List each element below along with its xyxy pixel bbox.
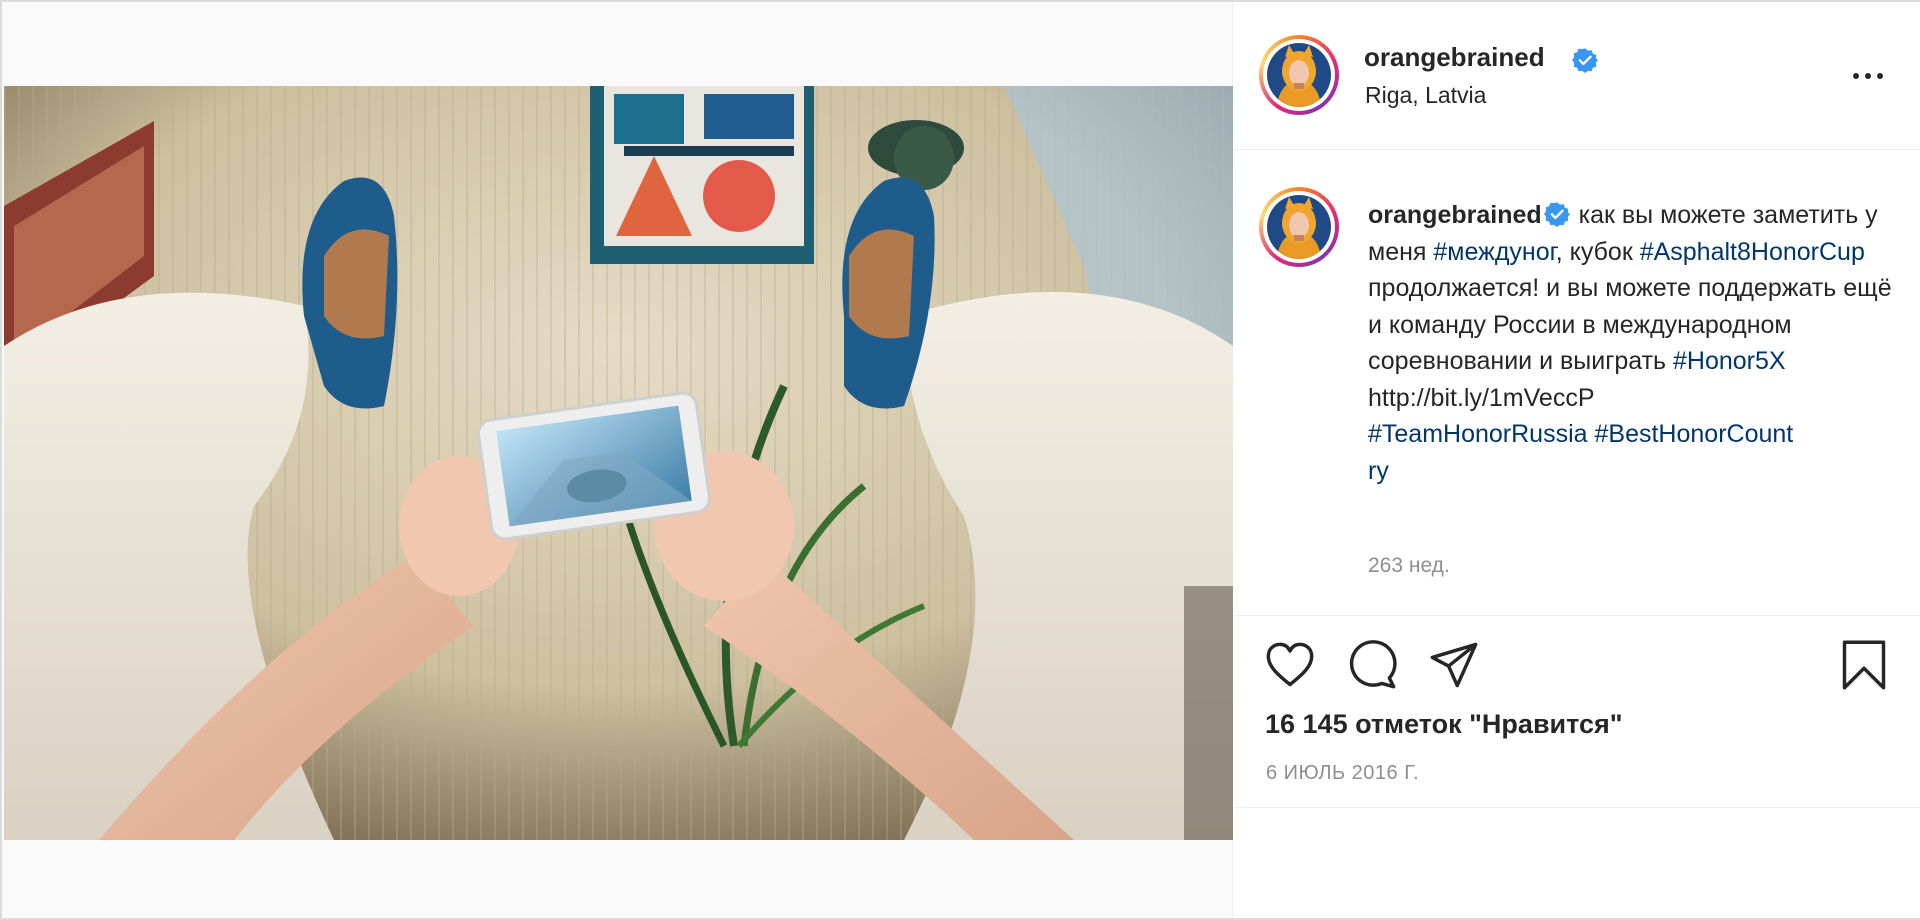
bookmark-icon[interactable]	[1838, 639, 1890, 691]
comment-icon[interactable]	[1346, 639, 1398, 691]
action-bar	[1234, 617, 1920, 690]
avatar-portrait	[1267, 43, 1331, 107]
caption-link: http://bit.ly/1mVeccP	[1368, 383, 1595, 412]
paper-plane-icon[interactable]	[1428, 639, 1480, 691]
media-pane	[2, 2, 1233, 918]
instagram-post-view: orangebrained Riga, Latvia orangebrained…	[0, 0, 1920, 920]
hashtag-link[interactable]: #Honor5X	[1673, 347, 1786, 375]
hashtag-link[interactable]: #BestHonorCount	[1595, 420, 1794, 448]
author-username[interactable]: orangebrained	[1364, 42, 1545, 73]
caption-author-avatar[interactable]	[1259, 187, 1339, 267]
post-caption: orangebrained как вы можете заметить у м…	[1368, 197, 1898, 489]
divider	[1234, 807, 1920, 808]
post-side-panel: orangebrained Riga, Latvia orangebrained…	[1234, 2, 1920, 918]
post-header: orangebrained Riga, Latvia	[1234, 2, 1920, 150]
post-location[interactable]: Riga, Latvia	[1365, 82, 1486, 109]
post-photo-illustration	[4, 86, 1233, 840]
verified-badge-icon	[1543, 202, 1570, 227]
hashtag-link[interactable]: #Asphalt8HonorCup	[1640, 238, 1865, 266]
caption-username[interactable]: orangebrained	[1368, 201, 1542, 229]
caption-text: , кубок	[1555, 237, 1640, 266]
hashtag-link-continuation[interactable]: ry	[1368, 457, 1389, 485]
verified-badge-icon	[1572, 48, 1598, 73]
avatar-portrait	[1267, 195, 1331, 259]
post-photo[interactable]	[4, 86, 1233, 840]
post-date[interactable]: 6 ИЮЛЬ 2016 Г.	[1266, 762, 1419, 785]
more-options-icon[interactable]	[1848, 64, 1888, 88]
heart-icon[interactable]	[1264, 639, 1316, 691]
hashtag-link[interactable]: #междуног	[1433, 238, 1555, 266]
caption-text: продолжается! и вы можете поддержать ещё…	[1368, 274, 1892, 375]
author-avatar[interactable]	[1259, 35, 1339, 115]
hashtag-link[interactable]: #TeamHonorRussia	[1368, 420, 1588, 448]
caption-time-ago[interactable]: 263 нед.	[1368, 554, 1450, 578]
caption-area: orangebrained как вы можете заметить у м…	[1234, 151, 1920, 616]
likes-count[interactable]: 16 145 отметок "Нравится"	[1265, 709, 1623, 740]
